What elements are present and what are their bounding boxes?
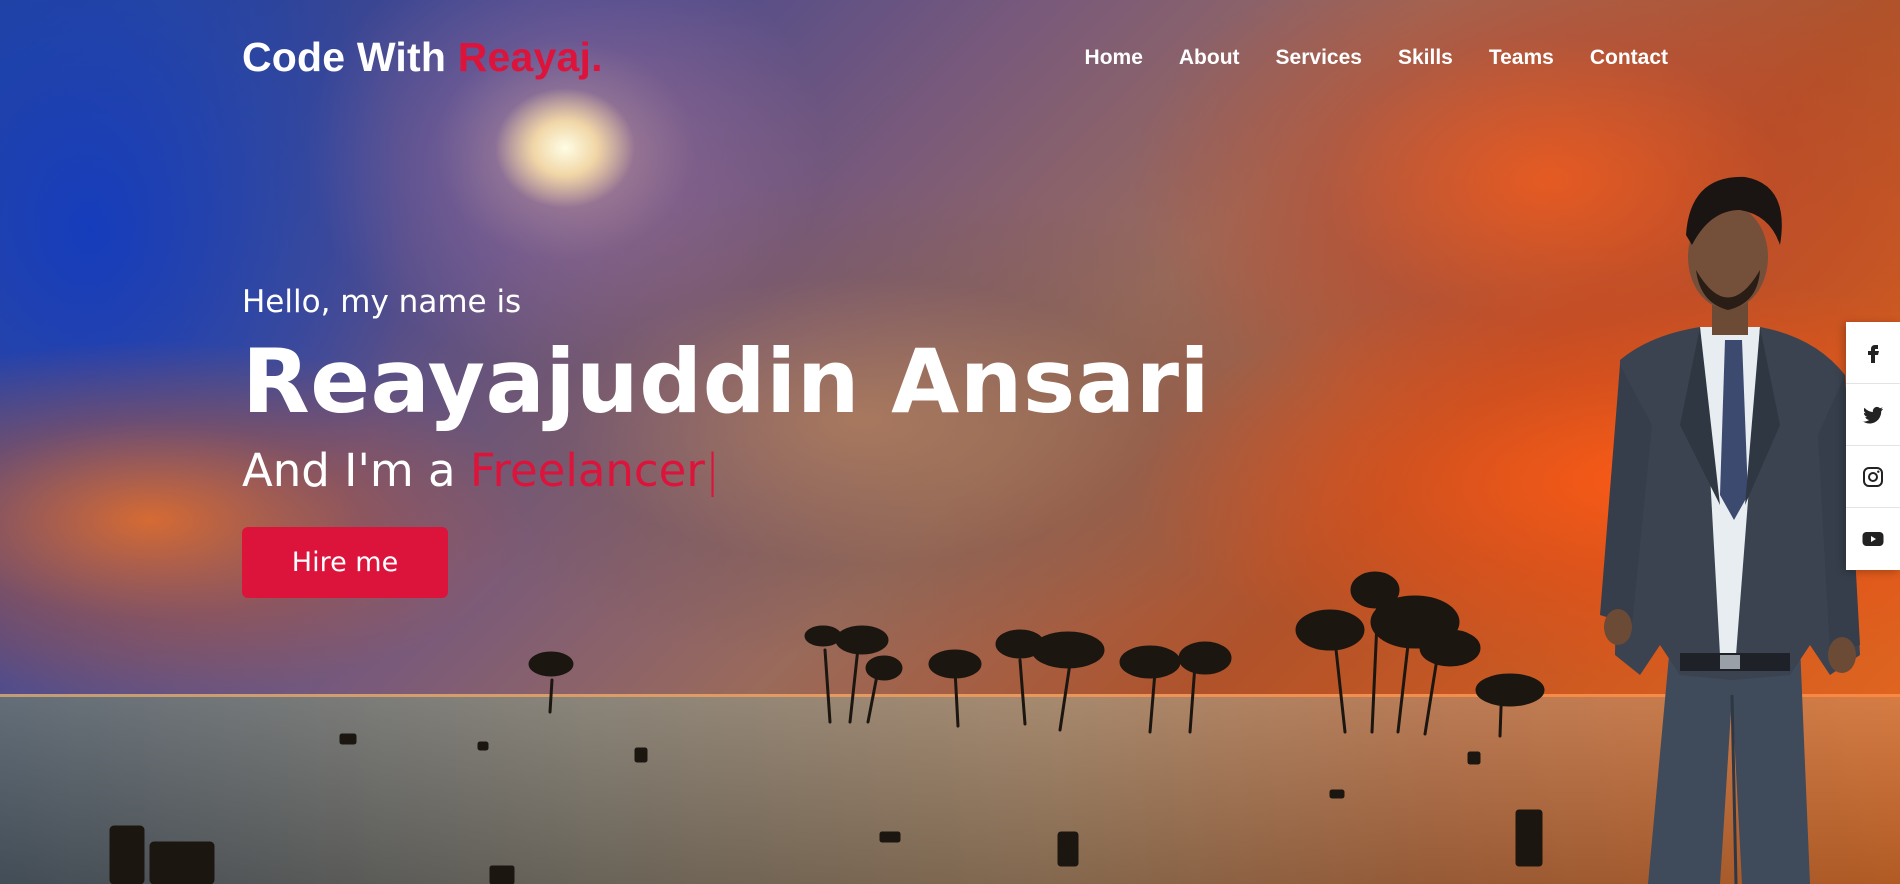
nav-link-skills[interactable]: Skills bbox=[1398, 46, 1453, 69]
nav-item-about: About bbox=[1179, 46, 1240, 70]
role-typed-text: Freelancer bbox=[469, 444, 705, 497]
nav-link-home[interactable]: Home bbox=[1085, 46, 1143, 69]
instagram-icon bbox=[1863, 466, 1883, 487]
social-sidebar bbox=[1846, 322, 1900, 570]
youtube-icon bbox=[1862, 532, 1884, 546]
nav-item-contact: Contact bbox=[1590, 46, 1668, 70]
facebook-icon bbox=[1868, 344, 1879, 363]
hero-role: And I'm a Freelancer| bbox=[242, 444, 1210, 497]
twitter-icon bbox=[1863, 406, 1883, 423]
profile-photo bbox=[1600, 176, 1860, 884]
youtube-link[interactable] bbox=[1846, 508, 1900, 570]
nav-link-about[interactable]: About bbox=[1179, 46, 1240, 69]
nav-link-contact[interactable]: Contact bbox=[1590, 46, 1668, 69]
nav-item-services: Services bbox=[1276, 46, 1362, 70]
nav-menu: Home About Services Skills Teams Contact bbox=[1085, 46, 1668, 70]
nav-item-skills: Skills bbox=[1398, 46, 1453, 70]
hero-section: Hello, my name is Reayajuddin Ansari And… bbox=[242, 284, 1210, 598]
facebook-link[interactable] bbox=[1846, 322, 1900, 384]
instagram-link[interactable] bbox=[1846, 446, 1900, 508]
logo-accent: Reayaj. bbox=[457, 34, 603, 80]
nav-item-home: Home bbox=[1085, 46, 1143, 70]
hero-name: Reayajuddin Ansari bbox=[242, 330, 1211, 433]
nav-link-teams[interactable]: Teams bbox=[1489, 46, 1554, 69]
hero-greeting: Hello, my name is bbox=[242, 284, 522, 320]
navbar: Code With Reayaj. Home About Services Sk… bbox=[0, 0, 1900, 115]
hire-me-button[interactable]: Hire me bbox=[242, 527, 448, 598]
nav-link-services[interactable]: Services bbox=[1276, 46, 1362, 69]
logo-prefix: Code With bbox=[242, 34, 447, 80]
site-logo[interactable]: Code With Reayaj. bbox=[242, 34, 603, 81]
nav-item-teams: Teams bbox=[1489, 46, 1554, 70]
role-prefix: And I'm a bbox=[242, 444, 456, 497]
typing-cursor: | bbox=[704, 444, 721, 497]
twitter-link[interactable] bbox=[1846, 384, 1900, 446]
